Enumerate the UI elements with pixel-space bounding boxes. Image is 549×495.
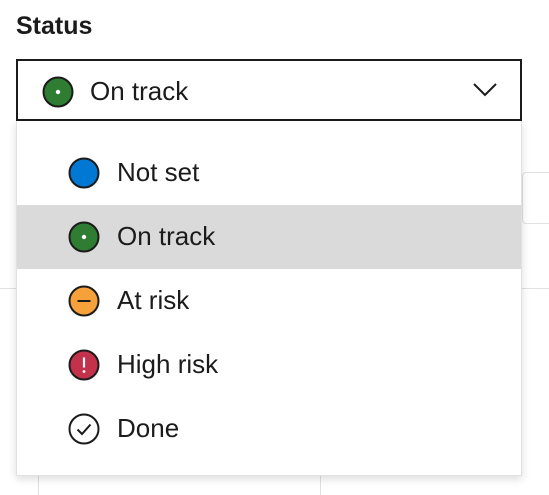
status-options-list: Not set On track At risk High risk Done [17,141,521,461]
status-option-label: At risk [117,285,190,315]
high-risk-icon [68,349,100,381]
on-track-icon [68,221,100,253]
not-set-icon [68,157,100,189]
status-dropdown-menu: Not set On track At risk High risk Done [16,121,522,476]
on-track-icon [42,76,74,108]
at-risk-icon [68,285,100,317]
status-option-label: High risk [117,349,219,379]
status-option-on-track[interactable]: On track [17,205,521,269]
background-card-edge [522,172,549,224]
status-option-at-risk[interactable]: At risk [17,269,521,333]
status-field-label: Status [16,12,93,40]
status-option-high-risk[interactable]: High risk [17,333,521,397]
status-option-label: Done [117,413,180,443]
status-dropdown[interactable]: On track [16,59,522,121]
status-dropdown-value: On track [90,76,189,106]
chevron-down-icon[interactable] [472,81,498,99]
status-option-label: Not set [117,157,200,187]
status-option-done[interactable]: Done [17,397,521,461]
status-option-label: On track [117,221,216,251]
status-option-not-set[interactable]: Not set [17,141,521,205]
done-check-icon [68,413,100,445]
